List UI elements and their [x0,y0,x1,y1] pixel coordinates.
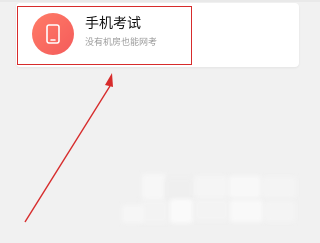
blurred-region [170,199,193,223]
blurred-region [262,177,296,198]
blurred-region [194,176,228,198]
blurred-region [230,200,263,222]
blurred-region [194,199,229,221]
blurred-region [142,174,166,200]
arrow-line [24,85,111,223]
arrow-head [105,73,113,87]
blurred-region [264,201,295,222]
blurred-region [140,200,168,223]
blurred-region [122,205,144,223]
blurred-region [229,176,261,198]
